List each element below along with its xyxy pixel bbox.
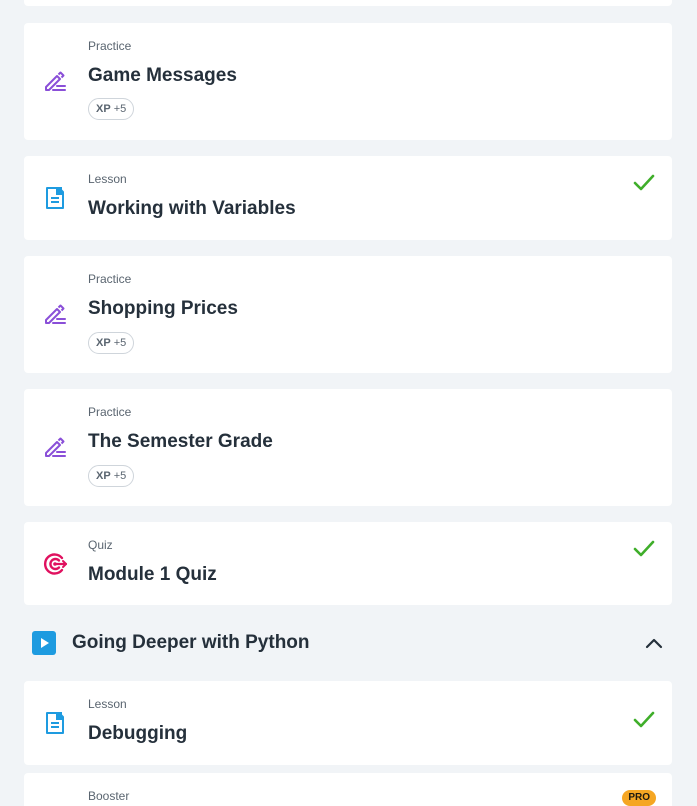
lesson-card-game-messages[interactable]: Practice Game Messages XP +5 <box>24 23 672 140</box>
course-curriculum-page: Practice Game Messages XP +5 Lesson Worki… <box>0 0 697 806</box>
xp-label: XP <box>96 337 111 349</box>
lesson-title: Shopping Prices <box>88 298 238 319</box>
lesson-title: Module 1 Quiz <box>88 564 217 585</box>
target-icon <box>42 551 68 577</box>
check-icon <box>632 171 656 195</box>
xp-badge: XP +5 <box>88 332 135 354</box>
lesson-title: Working with Variables <box>88 198 296 219</box>
lesson-card-booster[interactable]: Booster PRO <box>24 773 672 806</box>
lesson-type-label: Practice <box>88 39 132 53</box>
module-title: Going Deeper with Python <box>72 632 310 653</box>
lesson-type-label: Lesson <box>88 697 127 711</box>
lesson-card-working-with-variables[interactable]: Lesson Working with Variables <box>24 156 672 240</box>
lesson-title: Game Messages <box>88 65 237 86</box>
pencil-icon <box>42 301 68 327</box>
pro-badge: PRO <box>622 790 656 806</box>
lesson-type-label: Practice <box>88 272 132 286</box>
check-icon <box>632 708 656 732</box>
lesson-title: Debugging <box>88 723 188 744</box>
xp-label: XP <box>96 470 111 482</box>
xp-label: XP <box>96 103 111 115</box>
lesson-type-label: Lesson <box>88 172 127 186</box>
pencil-icon <box>42 68 68 94</box>
xp-badge: XP +5 <box>88 98 135 120</box>
lesson-type-label: Quiz <box>88 538 113 552</box>
chevron-up-icon[interactable] <box>642 631 666 655</box>
module-header-going-deeper[interactable]: Going Deeper with Python <box>24 620 672 666</box>
lesson-card-module-1-quiz[interactable]: Quiz Module 1 Quiz <box>24 522 672 605</box>
lesson-card-debugging[interactable]: Lesson Debugging <box>24 681 672 765</box>
lesson-title: The Semester Grade <box>88 431 273 452</box>
play-icon <box>32 631 56 655</box>
xp-value: +5 <box>113 103 127 115</box>
xp-badge: XP +5 <box>88 465 135 487</box>
lesson-card-partial[interactable] <box>24 0 672 6</box>
xp-value: +5 <box>113 337 127 349</box>
lesson-type-label: Practice <box>88 405 132 419</box>
pencil-icon <box>42 434 68 460</box>
xp-value: +5 <box>113 470 127 482</box>
lesson-card-semester-grade[interactable]: Practice The Semester Grade XP +5 <box>24 389 672 506</box>
lesson-card-shopping-prices[interactable]: Practice Shopping Prices XP +5 <box>24 256 672 373</box>
lesson-document-icon <box>42 185 68 211</box>
lesson-document-icon <box>42 710 68 736</box>
lesson-type-label: Booster <box>88 789 130 803</box>
check-icon <box>632 537 656 561</box>
